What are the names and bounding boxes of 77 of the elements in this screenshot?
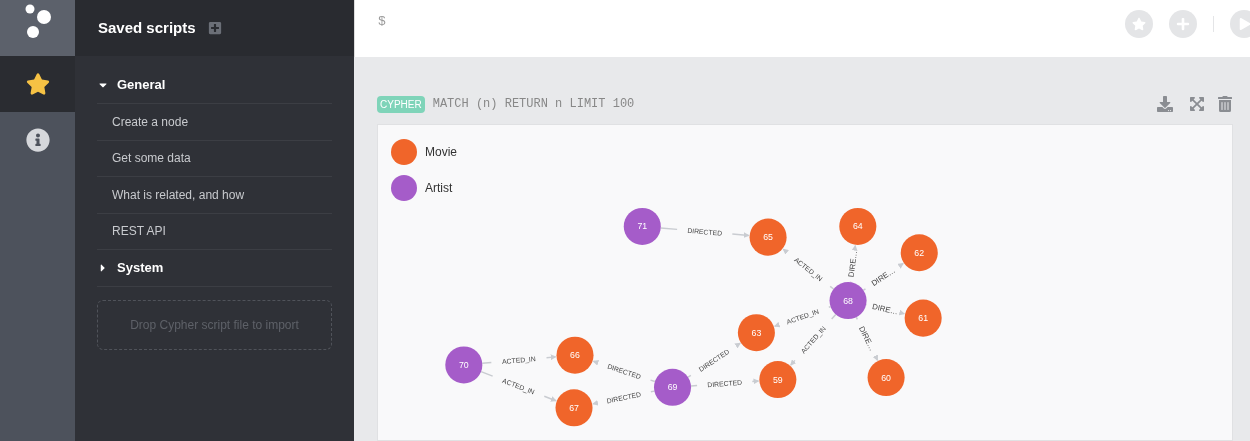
nav-tab[interactable]: [0, 56, 75, 112]
relationship-arrow: [851, 244, 858, 251]
play-icon: [1239, 18, 1250, 30]
plus-icon: [1176, 17, 1190, 31]
node-label: 69: [667, 382, 678, 393]
graph-node[interactable]: [737, 314, 775, 352]
relationship-line: [649, 379, 656, 383]
node-label: 67: [569, 402, 579, 413]
relationship-line: [690, 384, 698, 387]
saved-script[interactable]: What is related, and how: [97, 177, 332, 214]
relationship-arrow: [751, 378, 760, 385]
relationship-arrow: [543, 395, 557, 402]
info-icon: [25, 128, 50, 152]
graph-node[interactable]: [654, 368, 692, 406]
relationship-arrow: [734, 342, 741, 349]
legend-label: Movie: [425, 144, 457, 161]
relationship-line: [862, 288, 867, 291]
star-icon: [25, 72, 50, 96]
relationship-arrow: [790, 359, 797, 366]
node-label: 66: [570, 350, 580, 361]
graph-node[interactable]: [623, 207, 661, 245]
relationship-line: [650, 390, 656, 393]
graph-node[interactable]: [555, 389, 593, 427]
legend-label: Artist: [425, 180, 453, 197]
saved-script[interactable]: REST API: [97, 213, 332, 250]
relationship-arrow: [592, 400, 599, 406]
relationship-arrow: [731, 232, 750, 238]
graph-node[interactable]: [749, 218, 787, 256]
node-label: 59: [772, 374, 783, 385]
graph-node[interactable]: [839, 207, 877, 245]
relationship-line: [855, 316, 859, 321]
node-label: 62: [914, 247, 925, 258]
graph-node[interactable]: [904, 299, 942, 337]
relationship-line: [481, 361, 493, 365]
relationship-line: [660, 227, 678, 231]
cypher-badge: CYPHER: [377, 95, 425, 113]
folder-toggle[interactable]: General: [97, 67, 332, 104]
relationship-line: [687, 374, 692, 378]
relationship-arrow: [782, 248, 789, 255]
relationship-arrow: [545, 354, 557, 361]
node-label: 71: [637, 221, 648, 232]
add-icon[interactable]: [207, 21, 222, 35]
relationship-arrow: [592, 360, 600, 366]
download-icon[interactable]: [1157, 96, 1173, 112]
node-label: 65: [763, 232, 773, 243]
node-label: 68: [843, 295, 853, 306]
logo-icon: [24, 4, 52, 40]
folder-toggle[interactable]: System: [97, 250, 332, 287]
graph-node[interactable]: [867, 359, 905, 397]
graph-node[interactable]: [829, 282, 867, 320]
expand-icon[interactable]: [1189, 96, 1205, 112]
relationship-arrow: [872, 354, 879, 361]
node-label: 64: [852, 221, 863, 232]
node-label: 63: [751, 327, 762, 338]
query-text: MATCH (n) RETURN n LIMIT 100: [432, 96, 635, 113]
relationship-arrow: [897, 262, 904, 269]
relationship-line: [480, 370, 494, 377]
relationship-line: [828, 305, 832, 309]
graph-node[interactable]: [759, 361, 797, 399]
drawer-title: Saved scripts: [98, 17, 196, 38]
graph-node[interactable]: [445, 346, 483, 384]
saved-script[interactable]: Create a node: [97, 104, 332, 141]
relationship-arrow: [773, 321, 781, 328]
editor-prompt: $: [378, 13, 386, 31]
star-icon: [1132, 17, 1146, 31]
graph-node[interactable]: [556, 336, 594, 374]
relationship-line: [830, 313, 837, 320]
saved-script[interactable]: Get some data: [97, 140, 332, 177]
node-label: 61: [918, 313, 929, 324]
app-logo[interactable]: [0, 0, 75, 56]
delete-icon[interactable]: [1217, 96, 1233, 112]
graph-node[interactable]: [900, 234, 938, 272]
node-label: 60: [881, 372, 891, 383]
relationship-arrow: [898, 309, 906, 316]
relationship-line: [865, 304, 868, 306]
relationship-line: [829, 285, 835, 290]
node-label: 70: [458, 359, 469, 370]
